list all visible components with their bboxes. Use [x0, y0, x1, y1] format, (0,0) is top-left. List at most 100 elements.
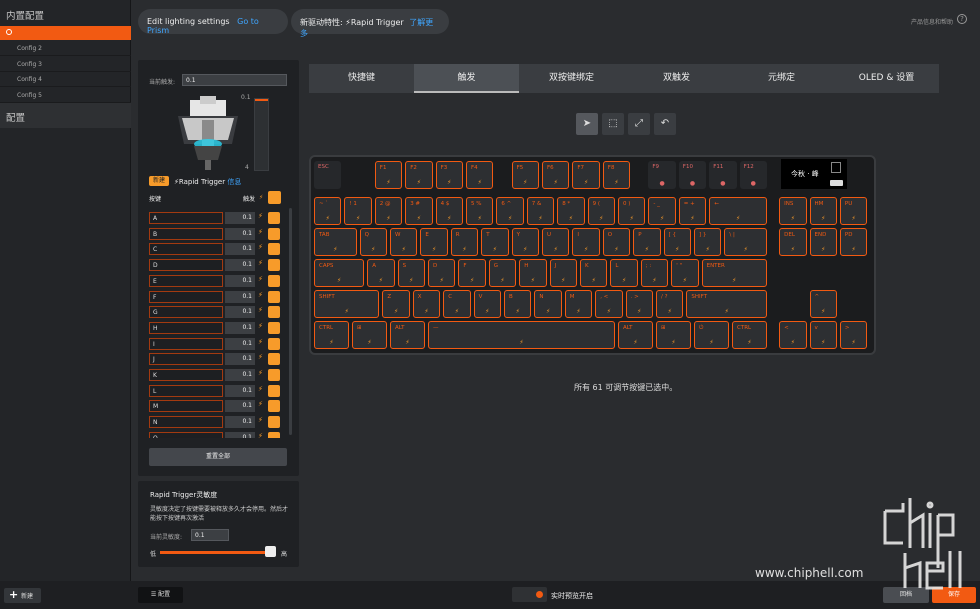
key-2-8[interactable]: I ⚡ — [572, 228, 600, 256]
key-2-3[interactable]: E ⚡ — [420, 228, 448, 256]
key-0-4[interactable]: F4 ⚡ — [466, 161, 494, 189]
key-checkbox[interactable] — [268, 274, 280, 287]
key-1-11[interactable]: - _ ⚡ — [648, 197, 676, 225]
key-2-9[interactable]: O ⚡ — [602, 228, 631, 256]
key-3-12[interactable]: ENTER ⚡ — [701, 259, 767, 287]
current-trigger-input[interactable]: 0.1 — [182, 74, 287, 86]
key-2-12[interactable]: ] } ⚡ — [694, 228, 722, 256]
key-4-6[interactable]: N ⚡ — [534, 290, 562, 318]
sidebar-config-item[interactable]: Config 3 — [0, 57, 131, 72]
key-5-6[interactable]: ⏻ ⚡ — [694, 321, 729, 349]
key-4-4[interactable]: V ⚡ — [473, 290, 501, 318]
key-row[interactable]: J 0.1 ⚡ — [149, 353, 282, 366]
key-0-5[interactable]: F5 ⚡ — [511, 161, 539, 189]
help-icon[interactable]: ? — [957, 14, 967, 24]
tab-1[interactable]: 触发 — [414, 64, 519, 93]
sidebar-config-item[interactable]: Config 5 — [0, 88, 131, 103]
tab-5[interactable]: OLED & 设置 — [834, 64, 939, 93]
key-1-16[interactable]: PU ⚡ — [839, 197, 868, 225]
key-checkbox[interactable] — [268, 384, 280, 397]
key-trigger-value[interactable]: 0.1 — [225, 306, 255, 319]
key-row[interactable]: D 0.1 ⚡ — [149, 259, 282, 272]
undo-icon[interactable]: ↶ — [654, 113, 676, 135]
key-5-10[interactable]: > ⚡ — [839, 321, 868, 349]
key-3-2[interactable]: S ⚡ — [397, 259, 425, 287]
help-link[interactable]: 产品信息和帮助 — [911, 17, 953, 26]
key-trigger-value[interactable]: 0.1 — [225, 431, 255, 438]
key-checkbox[interactable] — [268, 290, 280, 303]
key-row[interactable]: I 0.1 ⚡ — [149, 337, 282, 350]
key-5-9[interactable]: v ⚡ — [809, 321, 837, 349]
key-2-5[interactable]: T ⚡ — [481, 228, 509, 256]
key-row[interactable]: N 0.1 ⚡ — [149, 416, 282, 429]
key-3-9[interactable]: L ⚡ — [610, 259, 638, 287]
key-trigger-value[interactable]: 0.1 — [225, 384, 255, 397]
key-checkbox[interactable] — [268, 227, 280, 240]
select-all-checkbox[interactable] — [268, 191, 281, 204]
key-row[interactable]: E 0.1 ⚡ — [149, 274, 282, 287]
key-3-5[interactable]: G ⚡ — [488, 259, 517, 287]
key-2-6[interactable]: Y ⚡ — [511, 228, 539, 256]
tab-4[interactable]: 元绑定 — [729, 64, 834, 93]
key-5-1[interactable]: ⊞ ⚡ — [352, 321, 387, 349]
key-3-6[interactable]: H ⚡ — [519, 259, 547, 287]
sidebar-section-configs[interactable]: 配置 — [0, 103, 131, 128]
key-trigger-value[interactable]: 0.1 — [225, 369, 255, 381]
key-checkbox[interactable] — [268, 431, 280, 438]
tab-0[interactable]: 快捷键 — [309, 64, 414, 93]
key-checkbox[interactable] — [268, 369, 280, 381]
key-1-3[interactable]: 3 # ⚡ — [405, 197, 433, 225]
key-4-7[interactable]: M ⚡ — [564, 290, 593, 318]
sensitivity-slider-thumb[interactable] — [265, 546, 276, 557]
key-3-0[interactable]: CAPS ⚡ — [314, 259, 365, 287]
key-0-1[interactable]: F1 ⚡ — [374, 161, 403, 189]
key-row[interactable]: O0.1⚡ — [149, 431, 282, 438]
key-4-9[interactable]: . > ⚡ — [625, 290, 653, 318]
key-5-2[interactable]: ALT ⚡ — [390, 321, 425, 349]
sensitivity-slider-track[interactable] — [160, 551, 270, 554]
key-0-3[interactable]: F3 ⚡ — [435, 161, 463, 189]
key-1-5[interactable]: 5 % ⚡ — [466, 197, 494, 225]
key-trigger-value[interactable]: 0.1 — [225, 321, 255, 334]
key-trigger-value[interactable]: 0.1 — [225, 290, 255, 303]
key-2-1[interactable]: Q ⚡ — [359, 228, 387, 256]
key-3-4[interactable]: F ⚡ — [458, 259, 486, 287]
key-2-7[interactable]: U ⚡ — [542, 228, 570, 256]
key-0-9[interactable]: F9 ● — [648, 161, 676, 189]
key-checkbox[interactable] — [268, 337, 280, 350]
key-checkbox[interactable] — [268, 243, 280, 256]
key-2-2[interactable]: W ⚡ — [390, 228, 418, 256]
sidebar-config-item[interactable]: Config 2 — [0, 41, 131, 56]
key-5-5[interactable]: ⊞ ⚡ — [656, 321, 691, 349]
tab-2[interactable]: 双按键绑定 — [519, 64, 624, 93]
key-5-7[interactable]: CTRL ⚡ — [732, 321, 767, 349]
key-3-10[interactable]: ; : ⚡ — [640, 259, 669, 287]
key-row[interactable]: K 0.1 ⚡ — [149, 369, 282, 381]
key-4-11[interactable]: SHIFT ⚡ — [686, 290, 767, 318]
key-2-14[interactable]: DEL ⚡ — [779, 228, 807, 256]
key-1-0[interactable]: ~ ` ⚡ — [314, 197, 342, 225]
key-1-9[interactable]: 9 (⚡ — [587, 197, 615, 225]
key-1-12[interactable]: = + ⚡ — [678, 197, 707, 225]
new-config-button[interactable]: + 新建 — [4, 588, 41, 603]
key-trigger-value[interactable]: 0.1 — [225, 416, 255, 429]
sensitivity-input[interactable]: 0.1 — [191, 529, 229, 541]
key-1-7[interactable]: 7 & ⚡ — [526, 197, 555, 225]
key-trigger-value[interactable]: 0.1 — [225, 400, 255, 413]
key-4-3[interactable]: C ⚡ — [443, 290, 471, 318]
key-4-5[interactable]: B ⚡ — [504, 290, 532, 318]
key-1-10[interactable]: 0 ) ⚡ — [618, 197, 646, 225]
key-5-4[interactable]: ALT ⚡ — [618, 321, 653, 349]
key-checkbox[interactable] — [268, 259, 280, 272]
key-1-6[interactable]: 6 ^ ⚡ — [496, 197, 524, 225]
key-4-0[interactable]: SHIFT ⚡ — [314, 290, 380, 318]
key-list-scrollbar[interactable] — [289, 208, 292, 435]
cursor-icon[interactable]: ➤ — [576, 113, 598, 135]
key-4-8[interactable]: , < ⚡ — [595, 290, 623, 318]
key-trigger-value[interactable]: 0.1 — [225, 337, 255, 350]
key-2-13[interactable]: \ | ⚡ — [724, 228, 767, 256]
key-1-1[interactable]: ! 1 ⚡ — [344, 197, 372, 225]
key-1-2[interactable]: 2 @ ⚡ — [374, 197, 403, 225]
key-checkbox[interactable] — [268, 212, 280, 224]
key-1-13[interactable]: ← ⚡ — [709, 197, 767, 225]
